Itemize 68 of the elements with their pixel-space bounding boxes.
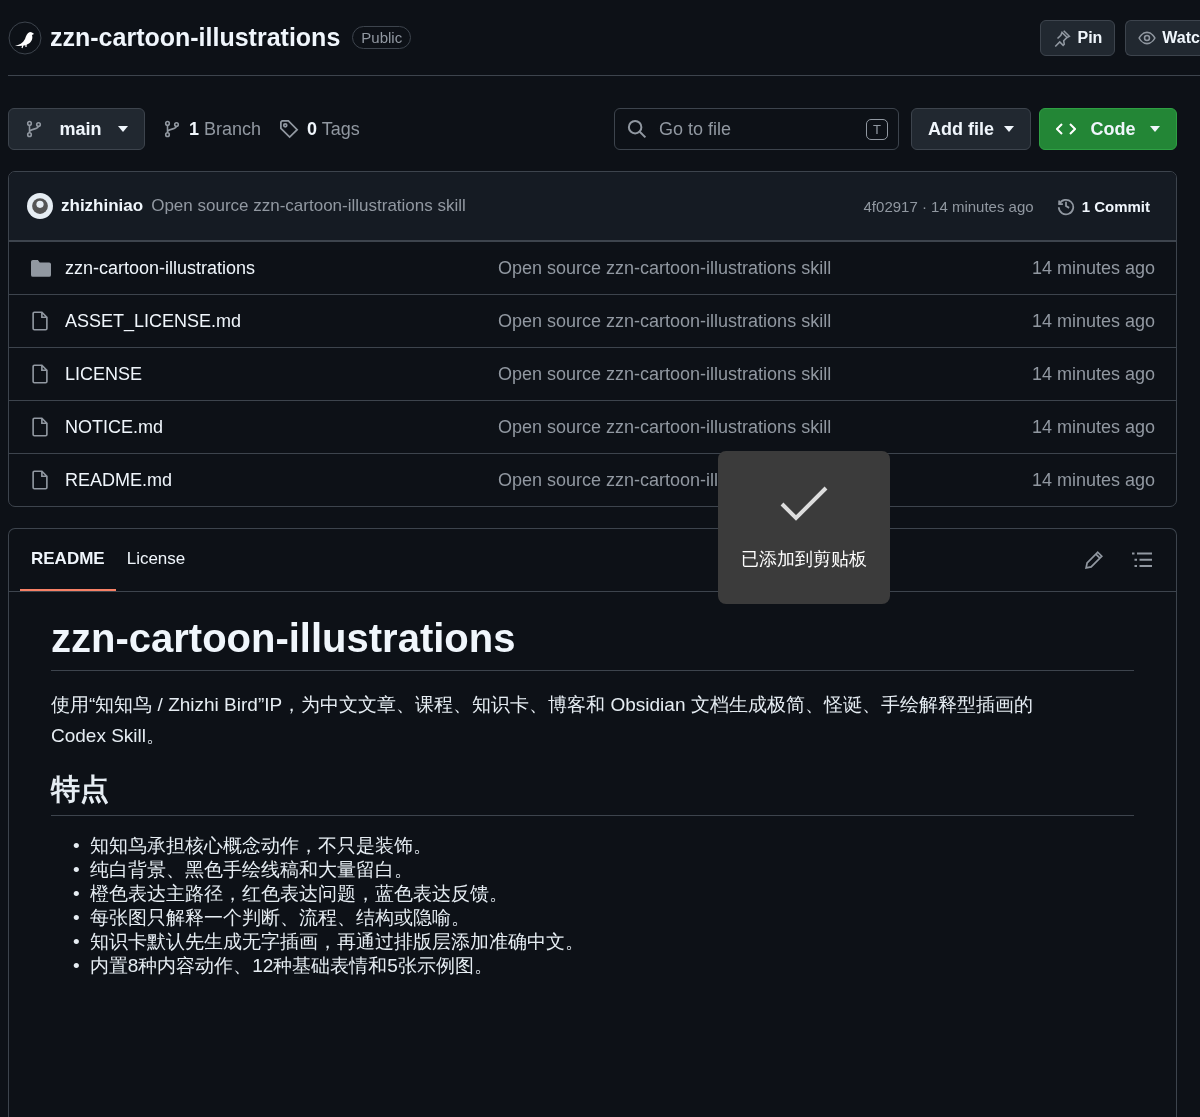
commit-time: 14 minutes ago [1031, 469, 1155, 491]
file-icon [31, 470, 49, 490]
file-name[interactable]: zzn-cartoon-illustrations [65, 257, 498, 279]
tags-link[interactable]: 0 Tags [307, 118, 360, 140]
commit-message[interactable]: Open source zzn-cartoon-illustrations skill [498, 310, 832, 331]
branch-selector[interactable]: main [8, 108, 145, 150]
bird-logo-icon [8, 20, 42, 55]
readme-title: zzn-cartoon-illustrations [51, 614, 1134, 671]
list-bullet: • [73, 929, 80, 954]
commit-author[interactable]: zhizhiniao [61, 196, 144, 216]
file-icon [31, 417, 49, 437]
branch-icon [25, 119, 43, 139]
commit-message[interactable]: Open source zzn-cartoon-illustrations skill [498, 363, 832, 384]
caret-icon [118, 126, 128, 132]
commit-message[interactable]: Open source zzn-cartoon-illustrations skill [498, 257, 832, 278]
search-icon [627, 119, 647, 139]
pin-button[interactable]: Pin [1040, 19, 1116, 56]
history-icon [1055, 196, 1076, 216]
list-item: 知知鸟承担核心概念动作，不只是装饰。 [89, 833, 432, 858]
list-item: 纯白背景、黑色手绘线稿和大量留白。 [89, 857, 413, 882]
commit-message[interactable]: Open source zzn-cartoon-illustrations skill [151, 196, 856, 216]
readme-tab[interactable]: README [20, 529, 116, 591]
commit-message[interactable]: Open source zzn-cartoon-ill [498, 469, 719, 490]
edit-icon[interactable] [1084, 550, 1104, 570]
branch-icon [163, 119, 181, 139]
caret-icon [1004, 126, 1014, 132]
search-input[interactable]: Go to file [657, 117, 857, 141]
commit-time: 14 minutes ago [1031, 363, 1155, 385]
code-button[interactable]: Code [1039, 108, 1177, 150]
tag-icon [279, 119, 300, 139]
list-item: 知识卡默认先生成无字插画，再通过排版层添加准确中文。 [89, 929, 584, 954]
pin-icon [1053, 28, 1072, 47]
list-bullet: • [73, 857, 80, 882]
add-file-button[interactable]: Add file [911, 108, 1031, 150]
checkmark-icon [779, 484, 829, 521]
section-heading: 特点 [51, 771, 1134, 816]
commit-time: 14 minutes ago [1031, 416, 1155, 438]
file-name[interactable]: NOTICE.md [65, 416, 498, 438]
avatar-icon [27, 193, 53, 219]
file-name[interactable]: ASSET_LICENSE.md [65, 310, 498, 332]
branches-link[interactable]: 1 Branch [189, 118, 262, 140]
intro-paragraph: 使用“知知鸟 / Zhizhi Bird”IP，为中文文章、课程、知识卡、博客和 Obsidian 文档生成极简、怪诞、手绘解释型插画的 Codex Skill。 [51, 693, 1034, 748]
file-name[interactable]: LICENSE [65, 363, 498, 385]
readme-tab[interactable]: License [115, 529, 197, 591]
outline-icon[interactable] [1132, 551, 1152, 569]
list-bullet: • [73, 953, 80, 978]
search-box[interactable]: Go to file T [614, 108, 899, 150]
list-item: 每张图只解释一个判断、流程、结构或隐喻。 [89, 905, 470, 930]
shortcut-key: T [866, 118, 888, 140]
commit-time: 14 minutes ago [1031, 310, 1155, 332]
list-item: 内置8种内容动作、12种基础表情和5张示例图。 [89, 953, 493, 978]
commit-hash-time[interactable]: 4f02917 · 14 minutes ago [863, 197, 1034, 215]
caret-icon [1150, 126, 1160, 132]
list-bullet: • [73, 881, 80, 906]
list-bullet: • [73, 905, 80, 930]
list-item: 橙色表达主路径，红色表达问题，蓝色表达反馈。 [89, 881, 508, 906]
watch-button[interactable]: Watc [1125, 19, 1200, 56]
code-icon [1056, 121, 1076, 137]
repo-title[interactable]: zzn-cartoon-illustrations [50, 23, 341, 52]
file-name[interactable]: README.md [65, 469, 498, 491]
commits-link[interactable]: 1 Commit [1081, 197, 1150, 215]
folder-icon [31, 259, 51, 277]
toast-message: 已添加到剪贴板 [741, 547, 867, 571]
list-bullet: • [73, 833, 80, 858]
file-icon [31, 364, 49, 384]
commit-message[interactable]: Open source zzn-cartoon-illustrations skill [498, 416, 832, 437]
file-icon [31, 311, 49, 331]
commit-time: 14 minutes ago [1031, 257, 1155, 279]
